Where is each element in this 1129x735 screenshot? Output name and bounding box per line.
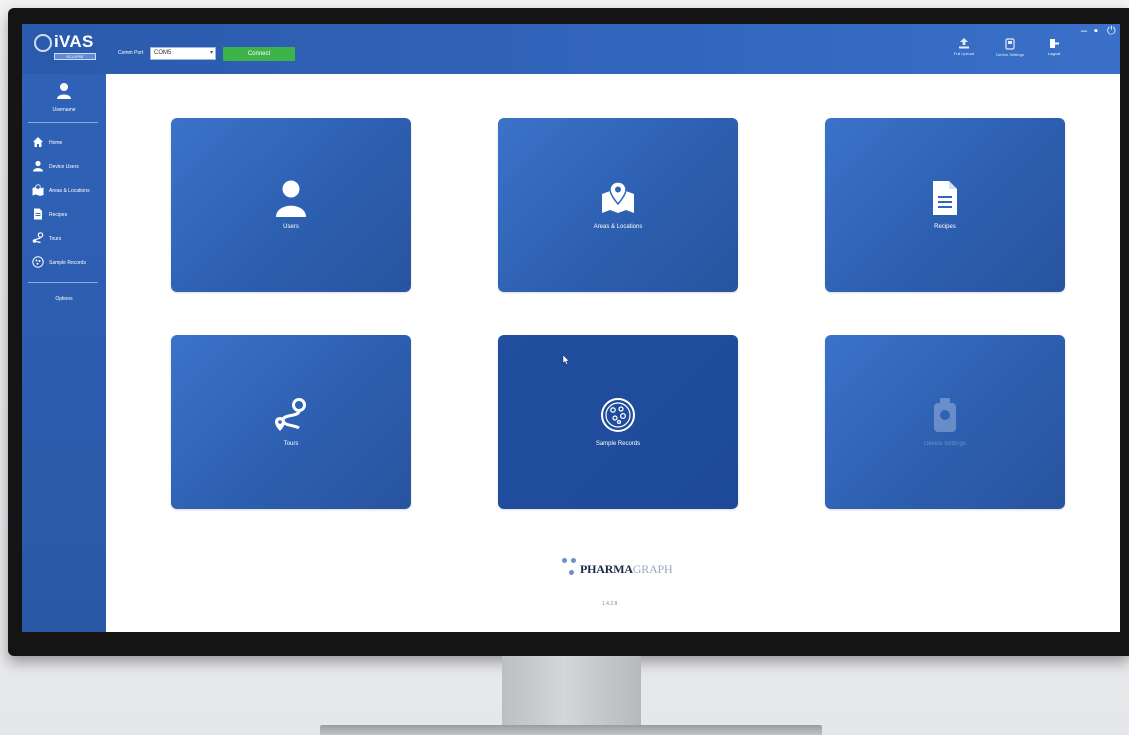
- user-name: Username: [52, 107, 76, 113]
- logout-label: Logout: [1047, 51, 1061, 56]
- tile-device-settings: Device Settings: [825, 335, 1065, 509]
- device-settings-label: Device Settings: [996, 52, 1024, 57]
- route-icon: [275, 398, 306, 431]
- device-icon: [1005, 38, 1015, 50]
- version-label: 1.4.2.8: [602, 601, 618, 607]
- sidebar-item-areas-locations[interactable]: Areas & Locations: [32, 184, 102, 198]
- connect-button[interactable]: Connect: [223, 47, 295, 61]
- home-icon: [33, 137, 43, 147]
- top-bar: iVAS ECLIPSE Comm Port COM5 ▾ Connect Fu…: [22, 24, 1120, 74]
- comm-port-select[interactable]: COM5 ▾: [150, 47, 216, 60]
- sidebar-item-home[interactable]: Home: [32, 136, 102, 150]
- brand-bold: PHARMA: [580, 562, 633, 576]
- logout-icon: [1049, 39, 1059, 48]
- sidebar-item-label: Device Users: [49, 164, 79, 170]
- logo-dot: [569, 570, 574, 575]
- upload-icon: [959, 38, 969, 49]
- sidebar-item-sample-records[interactable]: Sample Records: [32, 256, 102, 270]
- tile-sample-records[interactable]: Sample Records: [498, 335, 738, 509]
- sidebar-item-tours[interactable]: Tours: [32, 232, 102, 246]
- comm-port-value: COM5: [154, 50, 172, 56]
- map-icon: [32, 184, 44, 196]
- sidebar-item-label: Recipes: [49, 212, 68, 218]
- user-icon: [276, 180, 306, 217]
- sidebar-item-recipes[interactable]: Recipes: [32, 208, 102, 222]
- minimize-icon[interactable]: –: [1081, 26, 1087, 37]
- tile-label: Users: [283, 224, 299, 230]
- brand-name: PHARMAGRAPH: [580, 562, 673, 577]
- full-upload-button[interactable]: Full Upload: [944, 38, 984, 68]
- chevron-down-icon: ▾: [209, 50, 213, 56]
- sidebar: Username Home Device Users Areas & Locat…: [22, 74, 106, 632]
- route-icon: [32, 232, 44, 244]
- device-settings-button[interactable]: Device Settings: [990, 38, 1030, 68]
- petri-dish-icon: [601, 398, 635, 432]
- user-avatar-icon: [57, 83, 71, 99]
- logo-dot: [562, 558, 567, 563]
- sidebar-item-device-users[interactable]: Device Users: [32, 160, 102, 174]
- user-icon: [33, 160, 43, 172]
- full-upload-label: Full Upload: [953, 51, 975, 56]
- power-icon[interactable]: ⏻: [1107, 26, 1116, 37]
- tile-tours[interactable]: Tours: [171, 335, 411, 509]
- brand-light: GRAPH: [632, 562, 673, 576]
- tile-label: Sample Records: [595, 441, 641, 447]
- logout-button[interactable]: Logout: [1034, 38, 1074, 68]
- tile-users[interactable]: Users: [171, 118, 411, 292]
- pharmagraph-logo: PHARMAGRAPH: [562, 558, 702, 582]
- monitor-stand-neck: [502, 656, 641, 726]
- sidebar-options-link[interactable]: Options: [22, 296, 106, 302]
- device-icon: [934, 398, 956, 432]
- sidebar-item-label: Tours: [49, 236, 62, 242]
- monitor-stand-base: [320, 725, 822, 735]
- app-screen: iVAS ECLIPSE Comm Port COM5 ▾ Connect Fu…: [22, 24, 1120, 632]
- document-icon: [34, 208, 42, 220]
- app-logo: iVAS ECLIPSE: [32, 32, 96, 66]
- sidebar-item-label: Areas & Locations: [49, 188, 90, 194]
- sidebar-divider: [28, 282, 98, 283]
- logo-subtitle: ECLIPSE: [54, 53, 96, 60]
- tile-recipes[interactable]: Recipes: [825, 118, 1065, 292]
- tile-label: Device Settings: [924, 441, 966, 447]
- tile-areas-locations[interactable]: Areas & Locations: [498, 118, 738, 292]
- logo-ring-icon: [34, 34, 52, 52]
- sidebar-item-label: Home: [49, 140, 63, 146]
- logo-text: iVAS: [54, 32, 94, 51]
- maximize-icon[interactable]: ▪: [1094, 26, 1098, 37]
- tile-label: Recipes: [934, 224, 956, 230]
- logo-dot: [571, 558, 576, 563]
- sidebar-divider: [28, 122, 98, 123]
- document-icon: [933, 181, 957, 215]
- petri-dish-icon: [32, 256, 44, 268]
- sidebar-item-label: Sample Records: [49, 260, 86, 266]
- tile-label: Tours: [283, 441, 299, 447]
- map-icon: [602, 181, 634, 213]
- tile-label: Areas & Locations: [593, 224, 643, 230]
- mouse-pointer-icon: [562, 355, 570, 365]
- comm-port-label: Comm Port: [118, 50, 144, 56]
- user-profile[interactable]: Username: [22, 82, 106, 113]
